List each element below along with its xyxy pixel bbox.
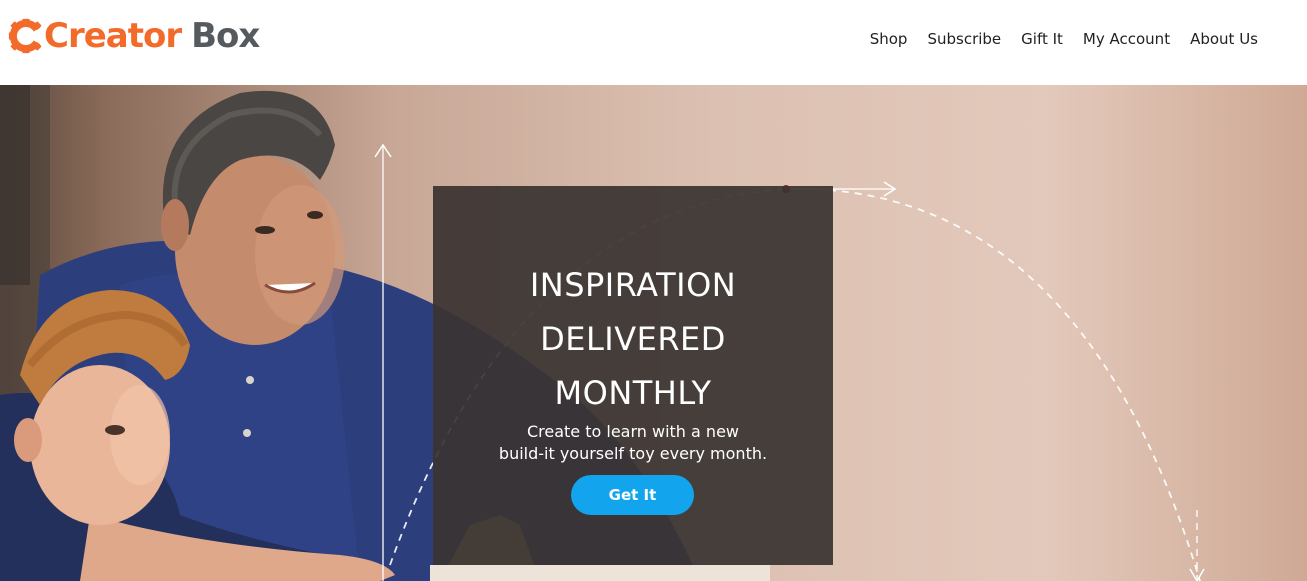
nav-my-account[interactable]: My Account [1083, 28, 1170, 50]
brand-name-creator: Creator [44, 16, 182, 56]
get-it-button[interactable]: Get It [571, 475, 694, 515]
headline-line: INSPIRATION [529, 266, 737, 304]
subtext-line: build-it yourself toy every month. [498, 444, 768, 463]
headline-line: DELIVERED [540, 320, 726, 358]
nav-shop[interactable]: Shop [870, 28, 908, 50]
nav-subscribe[interactable]: Subscribe [927, 28, 1001, 50]
site-header: Creator Box Shop Subscribe Gift It My Ac… [0, 0, 1307, 85]
brand-logo[interactable]: Creator Box [8, 14, 260, 58]
subtext-line: Create to learn with a new [526, 422, 739, 441]
nav-about-us[interactable]: About Us [1190, 28, 1258, 50]
hero-subtext: Create to learn with a new build-it your… [433, 421, 833, 465]
page: Creator Box Shop Subscribe Gift It My Ac… [0, 0, 1307, 581]
nav-gift-it[interactable]: Gift It [1021, 28, 1063, 50]
brand-name-box: Box [191, 16, 260, 56]
headline-line: MONTHLY [554, 374, 712, 412]
hero-banner: INSPIRATION DELIVERED MONTHLY Create to … [0, 85, 1307, 581]
gear-c-logo-icon [8, 18, 42, 54]
main-nav: Shop Subscribe Gift It My Account About … [850, 28, 1258, 50]
hero-overlay-box: INSPIRATION DELIVERED MONTHLY Create to … [433, 186, 833, 565]
hero-headline: INSPIRATION DELIVERED MONTHLY [433, 258, 833, 420]
